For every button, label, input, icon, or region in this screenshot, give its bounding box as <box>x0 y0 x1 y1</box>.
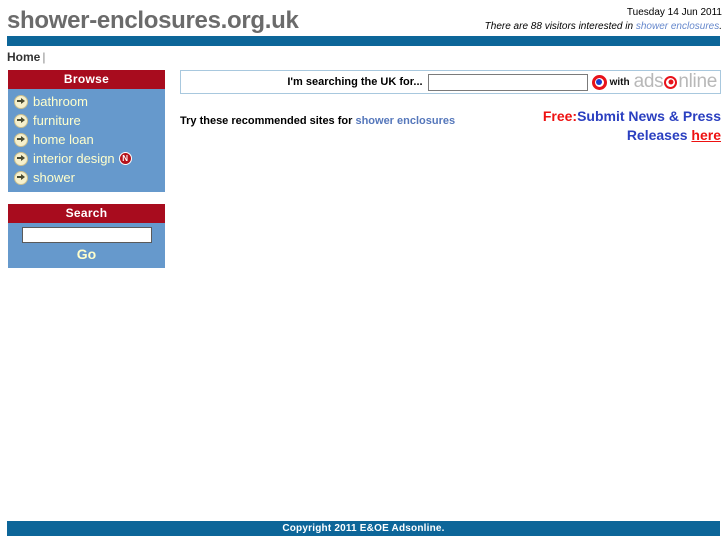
adsonline-logo-part2: nline <box>678 71 717 92</box>
arrow-bullet-icon <box>14 151 28 166</box>
promo-line2-text: Releases <box>626 127 692 143</box>
page-footer: Copyright 2011 E&OE Adsonline. <box>7 521 720 536</box>
adsonline-logo: ads nline <box>633 71 718 93</box>
with-label: with <box>609 76 630 88</box>
current-date: Tuesday 14 Jun 2011 <box>626 7 722 18</box>
visitor-prefix-text: There are 88 visitors interested in <box>484 21 636 32</box>
main-search-bar: I'm searching the UK for... with ads nlin… <box>180 70 721 94</box>
promo-block[interactable]: Free:Submit News & Press Releases here <box>543 107 721 145</box>
promo-line1-text: Submit News & Press <box>577 108 721 124</box>
browse-panel-title: Browse <box>8 70 165 89</box>
nav-separator: | <box>42 50 46 64</box>
main-column: I'm searching the UK for... with ads nlin… <box>180 70 721 149</box>
sidebar: Browse bathroom furniture home loan inte… <box>8 70 165 280</box>
recommended-keyword-link[interactable]: shower enclosures <box>355 115 455 127</box>
search-panel-body: Go <box>8 223 165 268</box>
page-header: shower-enclosures.org.uk Tuesday 14 Jun … <box>0 0 727 36</box>
main-search-label: I'm searching the UK for... <box>287 76 423 88</box>
recommended-sites-line: Try these recommended sites for shower e… <box>180 115 455 127</box>
main-info-row: Try these recommended sites for shower e… <box>180 107 721 149</box>
sidebar-item-interior-design[interactable]: interior design N <box>8 149 165 168</box>
breadcrumb: Home | <box>0 46 727 70</box>
search-provider-radio[interactable] <box>591 74 607 90</box>
arrow-bullet-icon <box>14 132 28 147</box>
sidebar-item-label: bathroom <box>33 94 88 109</box>
sidebar-item-label: shower <box>33 170 75 185</box>
browse-panel: Browse bathroom furniture home loan inte… <box>8 70 165 192</box>
arrow-bullet-icon <box>14 94 28 109</box>
promo-free-label: Free: <box>542 108 578 124</box>
promo-line-2: Releases here <box>543 126 721 145</box>
sidebar-search-input[interactable] <box>21 227 152 243</box>
site-title: shower-enclosures.org.uk <box>7 7 299 34</box>
promo-line-1: Free:Submit News & Press <box>543 107 721 126</box>
arrow-bullet-icon <box>14 170 28 185</box>
browse-panel-body: bathroom furniture home loan interior de… <box>8 89 165 192</box>
sidebar-item-label: furniture <box>33 113 81 128</box>
recommended-prefix-text: Try these recommended sites for <box>180 115 356 127</box>
new-badge-icon: N <box>118 152 132 165</box>
visitor-count-line: There are 88 visitors interested in show… <box>485 20 722 33</box>
sidebar-item-label: interior design <box>33 151 115 166</box>
header-divider-bar <box>7 36 720 46</box>
main-search-input[interactable] <box>427 73 588 91</box>
target-o-icon <box>664 75 678 89</box>
search-panel: Search Go <box>8 204 165 268</box>
sidebar-go-button[interactable]: Go <box>8 243 165 266</box>
header-meta: Tuesday 14 Jun 2011 There are 88 visitor… <box>485 6 722 33</box>
adsonline-logo-part1: ads <box>633 71 664 92</box>
sidebar-item-home-loan[interactable]: home loan <box>8 130 165 149</box>
promo-here-link[interactable]: here <box>691 127 721 143</box>
sidebar-item-furniture[interactable]: furniture <box>8 111 165 130</box>
sidebar-item-shower[interactable]: shower <box>8 168 165 187</box>
sidebar-item-bathroom[interactable]: bathroom <box>8 92 165 111</box>
visitor-suffix-text: . <box>719 21 722 32</box>
search-panel-title: Search <box>8 204 165 223</box>
arrow-bullet-icon <box>14 113 28 128</box>
visitor-keyword-link[interactable]: shower enclosures <box>636 21 719 32</box>
sidebar-item-label: home loan <box>33 132 94 147</box>
nav-item-home[interactable]: Home <box>7 50 40 64</box>
